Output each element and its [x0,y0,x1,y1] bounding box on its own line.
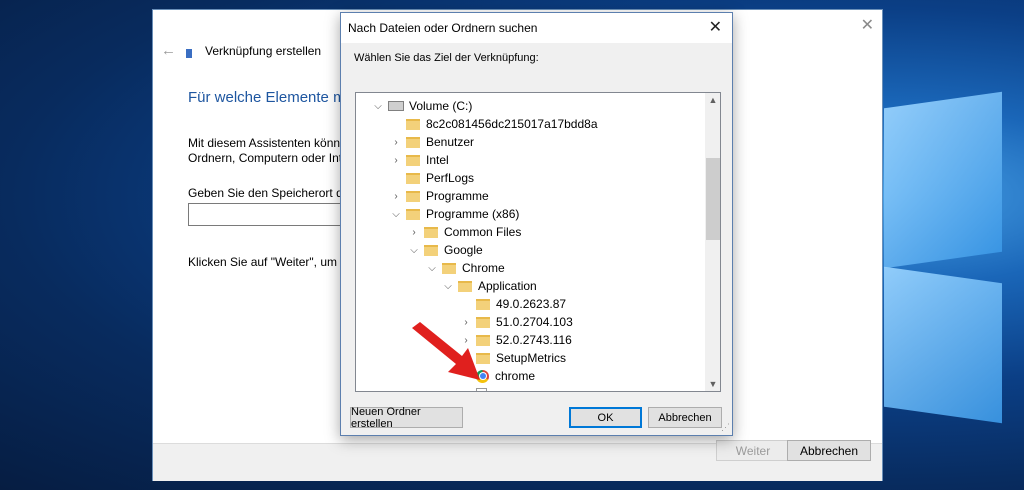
chevron-down-icon[interactable]: ⌵ [372,101,384,112]
tree-row[interactable]: ⌵ Application [442,277,537,295]
tree-row[interactable]: › Common Files [408,223,521,241]
tree-label: Common Files [444,225,522,239]
tree-label: Programme [426,189,489,203]
tree-row[interactable]: › Programme [390,187,489,205]
windows-logo-pane [884,266,1002,424]
tree-label: Programme (x86) [426,207,520,221]
tree-label: PerfLogs [426,171,475,185]
folder-icon [406,154,420,166]
chevron-right-icon[interactable]: › [408,227,420,238]
chevron-down-icon[interactable]: ⌵ [426,263,438,274]
windows-logo-pane [884,91,1002,269]
location-input[interactable] [188,203,350,226]
chevron-right-icon[interactable]: › [390,191,402,202]
folder-icon [458,280,472,292]
tree-label: Benutzer [426,135,475,149]
wizard-cancel-button[interactable]: Abbrechen [787,440,871,461]
tree-label: chrome [495,369,536,383]
scroll-up-icon[interactable]: ▲ [705,95,720,105]
folder-icon [424,244,438,256]
shortcut-icon [186,49,192,58]
tree-label: Intel [426,153,449,167]
wizard-description-line: Ordnern, Computern oder Inter [188,151,353,165]
tree-row[interactable]: ⌵ Google [408,241,483,259]
tree-label: 51.0.2704.103 [496,315,573,329]
folder-icon [406,118,420,130]
tree-row-partial[interactable] [460,385,493,391]
folder-icon [442,262,456,274]
chevron-down-icon[interactable]: ⌵ [390,209,402,220]
wizard-title: Verknüpfung erstellen [205,44,322,58]
folder-icon [406,136,420,148]
chevron-down-icon[interactable]: ⌵ [408,245,420,256]
wizard-description: Mit diesem Assistenten können Ordnern, C… [188,136,353,166]
tree-label: Volume (C:) [409,99,473,113]
file-icon [476,387,487,391]
browse-dialog: Nach Dateien oder Ordnern suchen ✕ Wähle… [340,12,733,436]
ok-button[interactable]: OK [569,407,642,428]
tree-row[interactable]: 49.0.2623.87 [460,295,566,313]
tree-label: Google [444,243,483,257]
tree-scrollbar[interactable]: ▲ ▼ [705,93,720,391]
folder-icon [406,190,420,202]
folder-icon [476,298,490,310]
tree-row[interactable]: › Benutzer [390,133,474,151]
tree-row[interactable]: ⌵ Programme (x86) [390,205,519,223]
tree-label: 49.0.2623.87 [496,297,567,311]
wizard-heading: Für welche Elemente mö [188,89,354,106]
tree-label: 8c2c081456dc215017a17bdd8a [426,117,598,131]
resize-grip-icon[interactable]: ⋰ [721,422,730,433]
tree-row[interactable]: › Intel [390,151,449,169]
tree-row[interactable]: PerfLogs [390,169,474,187]
folder-icon [406,208,420,220]
dialog-title: Nach Dateien oder Ordnern suchen [348,21,538,35]
red-arrow-icon [412,322,480,380]
drive-icon [388,101,404,111]
tree-row[interactable]: ⌵ Chrome [426,259,505,277]
wizard-description-line: Mit diesem Assistenten können [188,136,354,150]
back-arrow-icon[interactable]: ← [161,42,176,59]
chevron-right-icon[interactable]: › [390,137,402,148]
dialog-close-icon[interactable]: ✕ [709,17,722,37]
next-button[interactable]: Weiter [716,440,790,461]
tree-label: Chrome [462,261,505,275]
tree-label: SetupMetrics [496,351,567,365]
tree-row[interactable]: 8c2c081456dc215017a17bdd8a [390,115,598,133]
folder-icon [424,226,438,238]
chevron-down-icon[interactable]: ⌵ [442,281,454,292]
tree-label: 52.0.2743.116 [496,333,572,347]
dialog-prompt: Wählen Sie das Ziel der Verknüpfung: [354,52,539,64]
dialog-titlebar: Nach Dateien oder Ordnern suchen ✕ [341,13,732,43]
wizard-close-icon[interactable]: ✕ [861,15,874,35]
new-folder-button[interactable]: Neuen Ordner erstellen [350,406,463,430]
scroll-down-icon[interactable]: ▼ [705,379,720,389]
wizard-hint: Klicken Sie auf "Weiter", um der [188,255,358,269]
tree-row[interactable]: ⌵ Volume (C:) [372,97,472,115]
tree-label: Application [478,279,537,293]
folder-icon [406,172,420,184]
chevron-right-icon[interactable]: › [390,155,402,166]
dialog-cancel-button[interactable]: Abbrechen [648,407,722,428]
scroll-thumb[interactable] [706,158,720,240]
